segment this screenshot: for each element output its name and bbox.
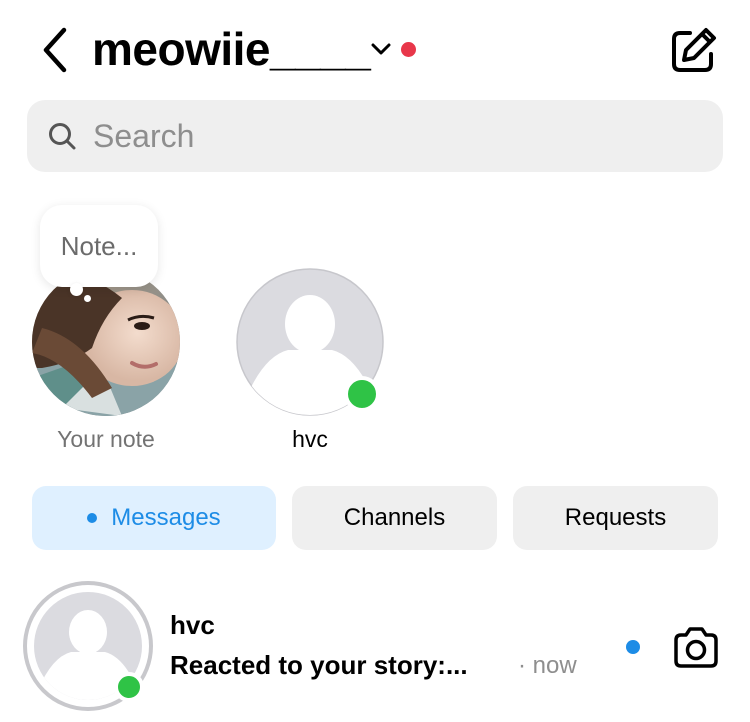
profile-photo xyxy=(32,268,180,416)
tab-messages-label: Messages xyxy=(111,504,221,531)
chevron-down-icon xyxy=(371,43,391,55)
conversation-row[interactable]: hvc Reacted to your story:... · now xyxy=(0,572,750,722)
search-placeholder: Search xyxy=(93,118,195,154)
search-input[interactable]: Search xyxy=(27,100,723,172)
tab-channels[interactable]: Channels xyxy=(292,486,497,550)
active-tab-dot xyxy=(87,513,98,523)
account-username[interactable]: meowiie____ xyxy=(92,20,371,78)
conversation-time: · now xyxy=(518,652,577,679)
unread-indicator xyxy=(626,640,640,654)
own-note-avatar[interactable] xyxy=(32,268,180,416)
online-status-dot xyxy=(344,376,380,412)
note-bubble[interactable]: Note... xyxy=(40,205,158,287)
edit-icon xyxy=(672,28,716,72)
account-switch-button[interactable] xyxy=(370,38,392,60)
online-status-dot xyxy=(114,672,144,702)
camera-icon xyxy=(674,627,718,668)
tab-requests[interactable]: Requests xyxy=(513,486,718,550)
camera-button[interactable] xyxy=(672,626,720,670)
back-button[interactable] xyxy=(36,24,76,76)
friend-note-label: hvc xyxy=(292,426,328,452)
tab-requests-label: Requests xyxy=(564,504,667,531)
note-bubble-tail-small xyxy=(84,295,91,302)
tab-channels-label: Channels xyxy=(343,504,446,531)
conversation-preview: Reacted to your story:... xyxy=(170,650,468,680)
note-placeholder: Note... xyxy=(60,230,138,261)
notification-dot xyxy=(401,42,416,57)
search-icon xyxy=(49,123,76,150)
new-message-button[interactable] xyxy=(668,26,718,76)
tab-messages[interactable]: Messages xyxy=(32,486,276,550)
own-note-label: Your note xyxy=(57,426,155,452)
conversation-name: hvc xyxy=(170,610,215,640)
chevron-left-icon xyxy=(43,27,67,73)
note-bubble-tail xyxy=(70,283,83,296)
